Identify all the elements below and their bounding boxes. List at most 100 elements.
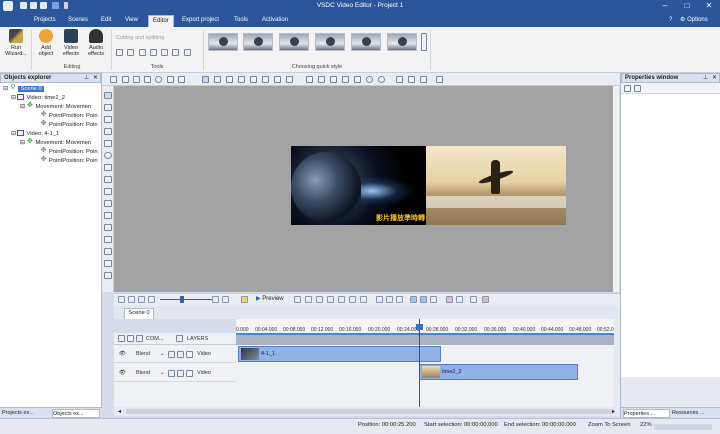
split-icon[interactable] [222, 296, 229, 303]
mark-in-icon[interactable] [376, 296, 383, 303]
layer-up-icon[interactable] [354, 76, 361, 83]
lock-icon[interactable] [127, 335, 134, 342]
scroll-left-icon[interactable]: ◂ [118, 408, 121, 415]
align-right-icon[interactable] [238, 76, 245, 83]
circle-icon[interactable] [155, 76, 162, 83]
bracket-icon[interactable] [446, 296, 453, 303]
color-icon[interactable] [184, 49, 191, 56]
zoom-max-icon[interactable] [212, 296, 219, 303]
chart-tool-icon[interactable] [104, 188, 112, 195]
zoom-slider[interactable] [160, 299, 212, 300]
prev-frame-icon[interactable] [316, 296, 323, 303]
menu-scenes[interactable]: Scenes [64, 15, 92, 27]
menu-activation[interactable]: Activation [258, 15, 292, 27]
audio-effects-button[interactable]: Audio effects [84, 29, 108, 63]
checkbox-icon[interactable] [133, 76, 140, 83]
tree-item-point[interactable]: ✥ PointPosition: Poin [40, 120, 98, 130]
pin-icon[interactable]: ⊥ [703, 74, 708, 82]
remove-marker-icon[interactable] [482, 296, 489, 303]
tree-item-point[interactable]: ✥ PointPosition: Poin [40, 111, 98, 121]
track-blend-select[interactable]: Blend [136, 350, 150, 358]
sprite-tool-icon[interactable] [104, 212, 112, 219]
menu-export-project[interactable]: Export project [178, 15, 223, 27]
refresh-icon[interactable] [167, 76, 174, 83]
video-frame-surfer[interactable] [426, 146, 566, 225]
preview-button[interactable]: ▶ Preview [256, 296, 284, 303]
align-left-icon[interactable] [214, 76, 221, 83]
tree-item-video[interactable]: ⊟ Video: time2_2 [11, 94, 65, 103]
zoom-out-icon[interactable] [128, 296, 135, 303]
menu-view[interactable]: View [121, 15, 142, 27]
cutting-splitting-button[interactable]: Cutting and splitting [116, 35, 164, 41]
scroll-right-icon[interactable]: ▸ [612, 408, 615, 415]
chevron-down-icon[interactable]: ⌄ [160, 369, 165, 377]
menu-tools[interactable]: Tools [230, 15, 252, 27]
movement-tool-icon[interactable] [104, 260, 112, 267]
crop-icon[interactable] [127, 49, 134, 56]
tab-objects-explorer[interactable]: Objects ex... [52, 409, 100, 418]
zoom-fit-icon[interactable] [138, 296, 145, 303]
select-icon[interactable] [122, 76, 129, 83]
audio-wave-icon[interactable] [410, 296, 417, 303]
eye-icon[interactable] [118, 335, 125, 342]
help-icon[interactable]: ? [665, 15, 676, 27]
run-wizard-button[interactable]: Run Wizard... [4, 29, 28, 63]
minimize-button[interactable]: – [654, 0, 676, 13]
line-tool-icon[interactable] [104, 128, 112, 135]
snapshot-icon[interactable] [241, 296, 248, 303]
step-back-icon[interactable] [305, 296, 312, 303]
sort-az-icon[interactable] [634, 85, 641, 92]
animation-tool-icon[interactable] [104, 224, 112, 231]
quick-style-4[interactable] [315, 33, 345, 51]
video-frame-earth[interactable]: 影片播放準時轉 [291, 146, 426, 225]
quick-style-6[interactable] [387, 33, 417, 51]
shape-icon[interactable] [366, 76, 373, 83]
arrow-down-icon[interactable] [318, 76, 325, 83]
counter-tool-icon[interactable] [104, 272, 112, 279]
audio-icon[interactable] [136, 335, 143, 342]
panel-close-icon[interactable]: ✕ [712, 74, 717, 82]
flip-icon[interactable] [396, 76, 403, 83]
distribute-icon[interactable] [286, 76, 293, 83]
clip-4-1-1[interactable]: 4-1_1 [238, 346, 441, 362]
tree-item-video[interactable]: ⊟ Video: 4-1_1 [11, 130, 59, 139]
zoom-slider[interactable] [654, 424, 712, 430]
mark-out-icon[interactable] [386, 296, 393, 303]
track-layer-icon[interactable] [177, 370, 184, 377]
send-back-icon[interactable] [342, 76, 349, 83]
curve-icon[interactable] [436, 76, 443, 83]
quick-style-5[interactable] [351, 33, 381, 51]
tab-projects-explorer[interactable]: Projects ex... [2, 409, 50, 418]
polygon-tool-icon[interactable] [104, 164, 112, 171]
timeline-hscrollbar[interactable]: ◂ ▸ [114, 407, 620, 416]
zoom-in-icon[interactable] [118, 296, 125, 303]
tab-properties[interactable]: Properties ... [623, 409, 670, 418]
tree-item-point[interactable]: ✥ PointPosition: Poin [40, 156, 98, 166]
track-visibility-icon[interactable]: 👁 [119, 350, 126, 358]
preview-canvas[interactable]: 影片播放準時轉 [114, 86, 617, 292]
track-visibility-icon[interactable]: 👁 [119, 369, 126, 377]
subtitle-tool-icon[interactable] [104, 200, 112, 207]
stop-icon[interactable] [327, 296, 334, 303]
quick-style-scroll[interactable] [421, 33, 427, 51]
scroll-thumb[interactable] [126, 409, 614, 414]
resize-icon[interactable] [420, 76, 427, 83]
tree-item-scene[interactable]: ⊟ ⚲ Scene 0 [3, 84, 44, 94]
align-middle-icon[interactable] [262, 76, 269, 83]
quick-style-1[interactable] [208, 33, 238, 51]
preview-vscrollbar[interactable] [613, 86, 619, 292]
clip-time2-2[interactable]: time2_2 [419, 364, 578, 380]
image-tool-icon[interactable] [104, 116, 112, 123]
delete-icon[interactable] [144, 76, 151, 83]
speed-icon[interactable] [161, 49, 168, 56]
free-shape-tool-icon[interactable] [104, 236, 112, 243]
speaker-icon[interactable] [168, 351, 175, 358]
cut-icon[interactable] [116, 49, 123, 56]
ellipse-tool-icon[interactable] [104, 152, 112, 159]
marker-icon[interactable] [456, 296, 463, 303]
panel-close-icon[interactable]: ✕ [93, 74, 98, 82]
quick-style-3[interactable] [279, 33, 309, 51]
menu-edit[interactable]: Edit [97, 15, 115, 27]
text-tool-icon[interactable] [104, 176, 112, 183]
tab-scene[interactable]: Scene 0 [124, 308, 154, 319]
